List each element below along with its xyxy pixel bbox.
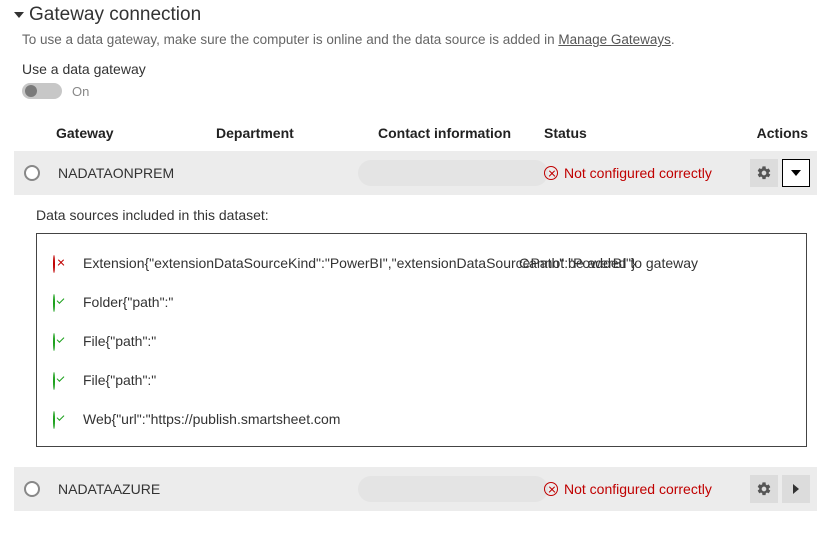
data-source-text: Extension{"extensionDataSourceKind":"Pow… bbox=[83, 254, 513, 273]
check-icon bbox=[53, 294, 55, 312]
gateway-radio[interactable] bbox=[24, 481, 40, 497]
gateway-status: Not configured correctly bbox=[544, 481, 728, 497]
use-gateway-toggle[interactable] bbox=[22, 83, 62, 99]
manage-gateways-link[interactable]: Manage Gateways bbox=[558, 32, 671, 47]
status-text: Not configured correctly bbox=[564, 481, 712, 497]
use-gateway-label: Use a data gateway bbox=[0, 59, 831, 83]
contact-redacted bbox=[358, 476, 548, 502]
data-source-row: Extension{"extensionDataSourceKind":"Pow… bbox=[53, 246, 790, 285]
data-source-row: Folder{"path":" bbox=[53, 285, 790, 324]
data-source-row: File{"path":" bbox=[53, 363, 790, 402]
chevron-down-icon bbox=[791, 170, 801, 176]
gateway-row[interactable]: NADATAONPREM Not configured correctly bbox=[14, 151, 817, 195]
status-text: Not configured correctly bbox=[564, 165, 712, 181]
data-source-text: File{"path":" bbox=[83, 371, 513, 390]
contact-redacted bbox=[358, 160, 548, 186]
data-source-row: Web{"url":"https://publish.smartsheet.co… bbox=[53, 402, 790, 433]
data-source-text: Folder{"path":" bbox=[83, 293, 513, 312]
check-icon bbox=[53, 372, 55, 390]
gear-icon bbox=[756, 481, 772, 497]
gateway-settings-button[interactable] bbox=[750, 159, 778, 187]
data-source-text: Web{"url":"https://publish.smartsheet.co… bbox=[83, 410, 513, 429]
data-sources-panel: Data sources included in this dataset: E… bbox=[14, 199, 817, 449]
error-icon bbox=[544, 482, 558, 496]
section-title: Gateway connection bbox=[29, 4, 201, 26]
col-gateway: Gateway bbox=[56, 125, 216, 141]
data-sources-heading: Data sources included in this dataset: bbox=[36, 207, 807, 223]
gateway-help-text: To use a data gateway, make sure the com… bbox=[0, 28, 831, 59]
toggle-knob bbox=[25, 85, 37, 97]
col-actions: Actions bbox=[728, 125, 814, 141]
gateway-radio[interactable] bbox=[24, 165, 40, 181]
chevron-right-icon bbox=[793, 484, 799, 494]
col-status: Status bbox=[544, 125, 728, 141]
gateway-expand-button[interactable] bbox=[782, 159, 810, 187]
col-department: Department bbox=[216, 125, 378, 141]
data-source-row: File{"path":" bbox=[53, 324, 790, 363]
help-prefix: To use a data gateway, make sure the com… bbox=[22, 32, 558, 47]
check-icon bbox=[53, 411, 55, 429]
data-source-status: Cannot be added to gateway bbox=[519, 254, 790, 273]
gateway-table-header: Gateway Department Contact information S… bbox=[14, 115, 817, 151]
gateway-name: NADATAAZURE bbox=[56, 481, 216, 497]
error-icon bbox=[53, 255, 55, 273]
data-source-text: File{"path":" bbox=[83, 332, 513, 351]
gear-icon bbox=[756, 165, 772, 181]
caret-down-icon bbox=[14, 12, 24, 18]
gateway-row[interactable]: NADATAAZURE Not configured correctly bbox=[14, 467, 817, 511]
gateway-expand-button[interactable] bbox=[782, 475, 810, 503]
gateway-name: NADATAONPREM bbox=[56, 165, 216, 181]
error-icon bbox=[544, 166, 558, 180]
data-sources-list: Extension{"extensionDataSourceKind":"Pow… bbox=[36, 233, 807, 447]
help-suffix: . bbox=[671, 32, 675, 47]
section-header[interactable]: Gateway connection bbox=[0, 4, 831, 28]
gateway-settings-button[interactable] bbox=[750, 475, 778, 503]
col-contact: Contact information bbox=[378, 125, 544, 141]
gateway-status: Not configured correctly bbox=[544, 165, 728, 181]
check-icon bbox=[53, 333, 55, 351]
toggle-state-label: On bbox=[72, 84, 89, 99]
